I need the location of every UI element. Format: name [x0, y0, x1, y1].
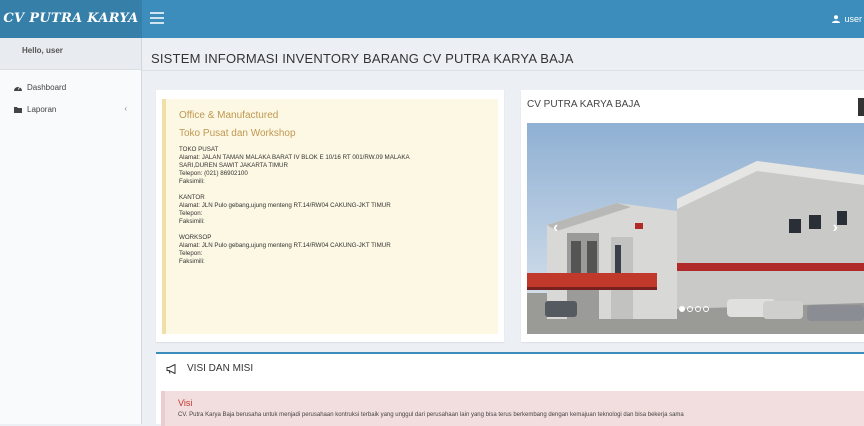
main-content: SISTEM INFORMASI INVENTORY BARANG CV PUT…: [142, 38, 864, 426]
user-menu[interactable]: user: [832, 0, 864, 38]
toko-fax: Faksimili:: [179, 178, 205, 185]
user-greeting: Hello, user: [0, 38, 141, 70]
sidebar-toggle-button[interactable]: [150, 12, 164, 24]
carousel-next-icon[interactable]: ›: [833, 219, 838, 237]
carousel-indicator[interactable]: [679, 306, 685, 312]
workshop-title: WORKSOP: [179, 234, 212, 241]
kantor-fax: Faksimili:: [179, 218, 205, 225]
box-tool-button[interactable]: [858, 98, 864, 116]
toko-phone: Telepon: (021) 86902100: [179, 170, 248, 177]
building-photo: [527, 123, 864, 334]
visi-heading: Visi: [178, 398, 193, 408]
sidebar: Hello, user Dashboard Laporan ‹: [0, 38, 142, 424]
app-logo[interactable]: CV PUTRA KARYA: [0, 0, 142, 38]
kantor-title: KANTOR: [179, 194, 205, 201]
image-carousel[interactable]: ‹ ›: [527, 123, 864, 334]
carousel-indicator[interactable]: [703, 306, 709, 312]
visi-callout: Visi CV. Putra Karya Baja berusaha untuk…: [161, 391, 864, 426]
kantor-phone: Telepon:: [179, 210, 203, 217]
sidebar-item-label: Dashboard: [27, 82, 67, 92]
gallery-title: CV PUTRA KARYA BAJA: [527, 99, 641, 110]
top-navbar: CV PUTRA KARYA user: [0, 0, 864, 38]
visi-misi-title: VISI DAN MISI: [187, 363, 254, 374]
visi-text: CV. Putra Karya Baja berusaha untuk menj…: [178, 412, 684, 418]
kantor-address: Alamat: JLN Pulo gebang,ujung menteng RT…: [179, 202, 391, 209]
bullhorn-icon: [166, 363, 176, 374]
workshop-address: Alamat: JLN Pulo gebang,ujung menteng RT…: [179, 242, 391, 249]
toko-address-1: Alamat: JALAN TAMAN MALAKA BARAT IV BLOK…: [179, 154, 410, 161]
callout-heading: Office & Manufactured: [179, 110, 279, 121]
info-box: Office & Manufactured Toko Pusat dan Wor…: [156, 90, 504, 342]
workshop-phone: Telepon:: [179, 250, 203, 257]
callout-subheading: Toko Pusat dan Workshop: [179, 128, 296, 139]
user-icon: [832, 15, 841, 23]
page-title: SISTEM INFORMASI INVENTORY BARANG CV PUT…: [151, 51, 574, 66]
chevron-left-icon: ‹: [124, 104, 127, 113]
toko-title: TOKO PUSAT: [179, 146, 219, 153]
user-name: user: [844, 14, 862, 24]
sidebar-item-dashboard[interactable]: Dashboard: [0, 76, 141, 98]
carousel-indicator[interactable]: [695, 306, 701, 312]
divider: [142, 70, 864, 71]
visi-misi-box: VISI DAN MISI Visi CV. Putra Karya Baja …: [156, 352, 864, 426]
carousel-indicators: [679, 306, 711, 312]
carousel-prev-icon[interactable]: ‹: [553, 219, 558, 237]
workshop-fax: Faksimili:: [179, 258, 205, 265]
sidebar-item-laporan[interactable]: Laporan ‹: [0, 98, 141, 120]
dashboard-icon: [14, 86, 22, 91]
toko-address-2: SARI,DUREN SAWIT JAKARTA TIMUR: [179, 162, 288, 169]
gallery-box: CV PUTRA KARYA BAJA ‹ ›: [521, 90, 864, 342]
carousel-indicator[interactable]: [687, 306, 693, 312]
visi-misi-header: VISI DAN MISI: [166, 363, 253, 374]
folder-icon: [14, 106, 22, 113]
info-callout: Office & Manufactured Toko Pusat dan Wor…: [162, 99, 498, 334]
sidebar-item-label: Laporan: [27, 104, 57, 114]
